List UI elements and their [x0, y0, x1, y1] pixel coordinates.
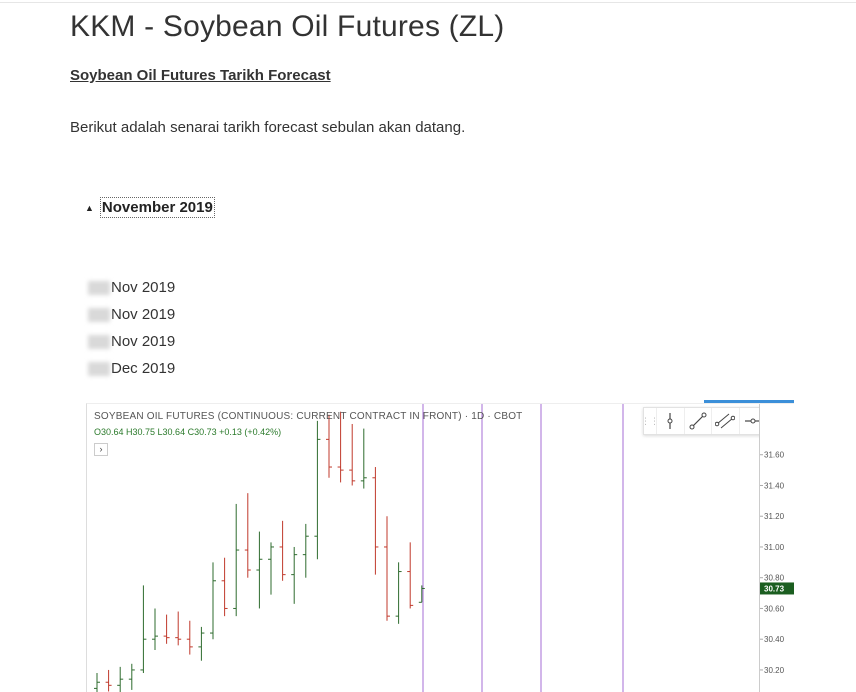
parallel-channel-tool-icon[interactable]: [711, 408, 739, 434]
ohlc-bar: [175, 611, 182, 646]
caret-up-icon: ▲: [85, 202, 94, 213]
ohlc-bar: [268, 542, 274, 595]
top-divider: [0, 2, 856, 3]
trend-line-tool-icon[interactable]: [683, 408, 712, 434]
chart-plot-area[interactable]: [87, 404, 794, 692]
date-text: Nov 2019: [111, 306, 176, 323]
list-item: Nov 2019: [88, 274, 175, 301]
ohlc-bar: [233, 503, 240, 617]
price-axis[interactable]: 31.60 31.40 31.20 31.00 30.80 30.60 30.40 30.20…: [759, 404, 794, 692]
redacted-day: [88, 334, 110, 349]
ohlc-readout: O30.64 H30.75 L30.64 C30.73 +0.13 (+0.42…: [94, 427, 282, 437]
ohlc-bar: [418, 585, 425, 603]
price-tick-label: 31.40: [764, 481, 785, 490]
redacted-day: [88, 361, 110, 376]
ohlc-bar: [140, 585, 147, 674]
last-price-label: 30.73: [764, 584, 785, 593]
date-text: Dec 2019: [111, 360, 176, 377]
accordion-label: November 2019: [99, 197, 215, 218]
drag-handle-icon[interactable]: ⋮⋮: [641, 408, 659, 434]
ohlc-bar: [314, 420, 321, 560]
redacted-day: [88, 307, 110, 322]
list-item: Nov 2019: [88, 328, 175, 355]
price-tick-label: 31.20: [764, 512, 785, 521]
price-tick-label: 30.40: [764, 635, 785, 644]
ohlc-bar: [291, 546, 298, 604]
page-title: KKM - Soybean Oil Futures (ZL): [70, 10, 505, 43]
ohlc-bar: [105, 669, 112, 692]
ohlc-bar: [163, 614, 170, 644]
ohlc-bar: [395, 562, 402, 624]
price-tick-label: 30.80: [764, 574, 785, 583]
ohlc-bar: [337, 411, 344, 483]
redacted-day: [88, 280, 110, 295]
ohlc-bar: [94, 673, 100, 692]
ohlc-bar: [186, 620, 193, 655]
list-item: Dec 2019: [88, 355, 175, 382]
price-tick-label: 30.20: [764, 666, 785, 675]
ohlc-bar: [279, 520, 286, 581]
list-item: Nov 2019: [88, 301, 175, 328]
price-tick-label: 31.60: [764, 451, 785, 460]
price-tick-label: 31.00: [764, 543, 785, 552]
price-chart[interactable]: SOYBEAN OIL FUTURES (CONTINUOUS: CURRENT…: [86, 403, 794, 692]
price-axis-labels: 31.60 31.40 31.20 31.00 30.80 30.60 30.40 30.20…: [760, 451, 794, 675]
intro-text: Berikut adalah senarai tarikh forecast s…: [70, 119, 466, 136]
ohlc-bar: [349, 423, 356, 486]
section-subtitle: Soybean Oil Futures Tarikh Forecast: [70, 67, 331, 84]
ohlc-bar: [360, 428, 367, 489]
date-text: Nov 2019: [111, 279, 176, 296]
chart-title: SOYBEAN OIL FUTURES (CONTINUOUS: CURRENT…: [94, 411, 523, 422]
ohlc-bar: [244, 493, 251, 578]
ohlc-bar: [256, 531, 263, 609]
ohlc-bar: [407, 542, 414, 609]
ohlc-bar: [152, 608, 158, 650]
ohlc-bar: [326, 414, 332, 478]
forecast-date-list: Nov 2019 Nov 2019 Nov 2019 Dec 2019: [88, 274, 175, 382]
ohlc-bar: [117, 666, 124, 692]
ohlc-bar: [198, 626, 205, 661]
month-accordion-toggle[interactable]: ▲ November 2019: [85, 197, 215, 218]
expand-legend-button[interactable]: ›: [94, 443, 108, 456]
vertical-line-tool-icon[interactable]: [656, 408, 684, 434]
ohlc-bar: [302, 523, 309, 578]
ohlc-bar: [372, 467, 379, 575]
ohlc-bar: [384, 516, 390, 621]
ohlc-bar: [221, 557, 228, 617]
price-tick-label: 30.60: [764, 604, 785, 613]
ohlc-bar: [128, 663, 135, 690]
date-text: Nov 2019: [111, 333, 176, 350]
ohlc-bar: [210, 562, 216, 640]
